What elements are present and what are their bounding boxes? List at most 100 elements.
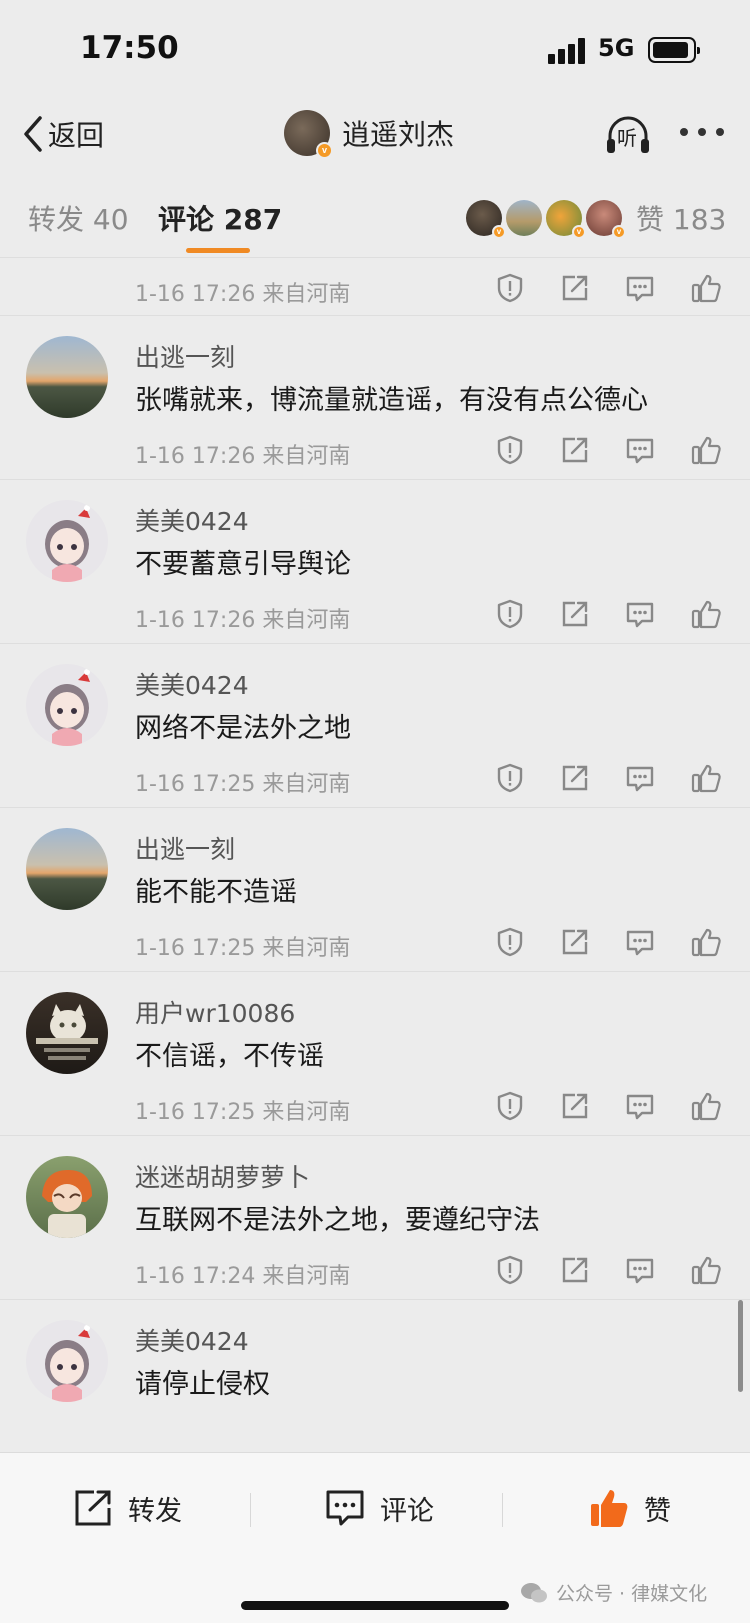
comment-button[interactable] [624, 434, 656, 466]
share-button[interactable] [559, 1090, 591, 1122]
like-icon [691, 600, 721, 629]
list-item[interactable]: 迷迷胡胡萝萝卜互联网不是法外之地，要遵纪守法 1-16 17:24 来自河南 [0, 1135, 750, 1305]
list-item[interactable]: 美美0424 不要蓄意引导舆论 1-16 17:26 来自河南 [0, 479, 750, 649]
comment-text: 网络不是法外之地 [135, 713, 351, 744]
avatar: v [586, 200, 626, 239]
avatar[interactable] [26, 336, 108, 418]
page-title: 逍遥刘杰 [342, 118, 455, 151]
like-button[interactable] [690, 1254, 722, 1286]
avatar[interactable] [26, 992, 108, 1074]
report-button[interactable] [494, 434, 526, 466]
comment-icon [626, 438, 654, 464]
list-item[interactable]: 用户wr10086 不信谣，不传谣 1-16 17:25 来自河南 [0, 971, 750, 1141]
watermark-text: 公众号 · 律媒文化 [556, 1583, 708, 1605]
comment-time: 1-16 17:24 来自河南 [135, 1264, 351, 1289]
avatar [506, 200, 542, 236]
comment-text: 能不能不造谣 [135, 877, 297, 908]
like-button[interactable] [690, 1090, 722, 1122]
like-button[interactable]: 赞 [588, 1483, 671, 1533]
report-button[interactable] [494, 272, 526, 304]
comment-text: 互联网不是法外之地，要遵纪守法 [135, 1205, 540, 1236]
comment-username[interactable]: 迷迷胡胡萝萝卜 [135, 1158, 310, 1194]
like-button[interactable] [690, 926, 722, 958]
comment-time: 1-16 17:25 来自河南 [135, 1100, 351, 1125]
report-button[interactable] [494, 1254, 526, 1286]
avatar[interactable] [26, 500, 108, 582]
comment-label: 评论 [380, 1495, 434, 1527]
share-button[interactable] [559, 1254, 591, 1286]
comment-username[interactable]: 美美0424 [135, 502, 249, 538]
battery-icon [648, 37, 700, 63]
comment-username[interactable]: 出逃一刻 [135, 830, 235, 866]
comment-icon [626, 930, 654, 956]
comment-button[interactable] [624, 1254, 656, 1286]
comment-username[interactable]: 用户wr10086 [135, 994, 295, 1030]
comment-icon [626, 602, 654, 628]
comment-username[interactable]: 出逃一刻 [135, 338, 235, 374]
verified-badge-icon: v [612, 225, 626, 239]
repost-button[interactable]: 转发 [72, 1483, 182, 1533]
comment-button[interactable] [624, 272, 656, 304]
comment-tail-row: 1-16 17:26 来自河南 [0, 258, 750, 322]
report-button[interactable] [494, 598, 526, 630]
comment-username[interactable]: 美美0424 [135, 666, 249, 702]
report-button[interactable] [494, 762, 526, 794]
list-item[interactable]: 美美0424 请停止侵权 [0, 1299, 750, 1469]
chevron-left-icon [24, 116, 42, 152]
share-button[interactable] [559, 926, 591, 958]
report-icon [497, 273, 523, 303]
like-icon [691, 1256, 721, 1285]
report-button[interactable] [494, 926, 526, 958]
share-icon [562, 1093, 588, 1119]
report-icon [497, 1255, 523, 1285]
share-icon [562, 275, 588, 301]
wechat-icon [521, 1582, 547, 1602]
tab-repost[interactable]: 转发 40 [28, 198, 129, 238]
share-icon [562, 1257, 588, 1283]
repost-label: 转发 [128, 1495, 182, 1527]
comment-button[interactable] [624, 762, 656, 794]
more-button[interactable] [680, 122, 724, 142]
list-item[interactable]: 出逃一刻 张嘴就来，博流量就造谣，有没有点公德心 1-16 17:26 来自河南 [0, 315, 750, 485]
back-button[interactable]: 返回 [22, 114, 104, 154]
share-icon [562, 437, 588, 463]
comment-text: 请停止侵权 [135, 1369, 270, 1400]
like-button[interactable] [690, 272, 722, 304]
share-button[interactable] [559, 598, 591, 630]
comment-time: 1-16 17:25 来自河南 [135, 936, 351, 961]
profile-title[interactable]: v 逍遥刘杰 [284, 110, 455, 159]
share-icon [562, 765, 588, 791]
share-button[interactable] [559, 434, 591, 466]
avatar[interactable] [26, 1320, 108, 1402]
comment-username[interactable]: 美美0424 [135, 1322, 249, 1358]
share-button[interactable] [559, 272, 591, 304]
like-button[interactable] [690, 762, 722, 794]
avatar[interactable] [26, 664, 108, 746]
like-button[interactable] [690, 434, 722, 466]
liker-avatars[interactable]: v v v [466, 200, 626, 239]
status-bar: 17:50 5G [0, 0, 750, 100]
tab-like[interactable]: 赞 183 [636, 198, 726, 238]
listen-button[interactable]: 听 [603, 110, 653, 160]
share-icon [562, 601, 588, 627]
like-icon [691, 928, 721, 957]
comment-button[interactable] [624, 926, 656, 958]
active-tab-indicator [186, 248, 250, 253]
list-item[interactable]: 出逃一刻能不能不造谣 1-16 17:25 来自河南 [0, 807, 750, 977]
tab-comment[interactable]: 评论 287 [158, 198, 282, 238]
list-item[interactable]: 美美0424 网络不是法外之地 1-16 17:25 来自河南 [0, 643, 750, 813]
network-type: 5G [598, 34, 635, 62]
bottom-action-bar: 转发 评论 赞 公众号 · 律媒文化 [0, 1452, 750, 1623]
nav-bar: 返回 v 逍遥刘杰 听 [0, 100, 750, 172]
comment-button[interactable]: 评论 [324, 1483, 434, 1533]
comment-time: 1-16 17:26 来自河南 [135, 608, 351, 633]
scrollbar[interactable] [738, 1300, 743, 1392]
like-button[interactable] [690, 598, 722, 630]
share-button[interactable] [559, 762, 591, 794]
avatar[interactable] [26, 1156, 108, 1238]
report-button[interactable] [494, 1090, 526, 1122]
comment-button[interactable] [624, 1090, 656, 1122]
comment-button[interactable] [624, 598, 656, 630]
avatar[interactable] [26, 828, 108, 910]
like-icon [691, 1092, 721, 1121]
